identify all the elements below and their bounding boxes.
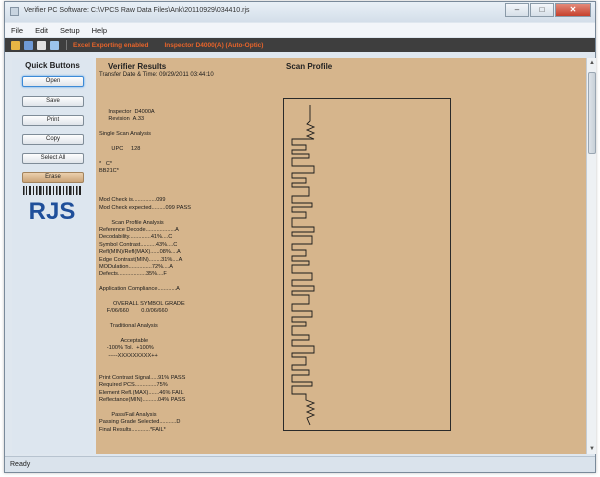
scan-profile-trace: [291, 105, 316, 426]
report-line: Final Results............*FAIL*: [99, 426, 166, 433]
report-line: [99, 183, 269, 190]
report-line: OVERALL SYMBOL GRADE: [99, 300, 185, 307]
report-line: [99, 367, 269, 374]
open-folder-icon[interactable]: [11, 40, 20, 50]
report-line: Inspector D4000A: [99, 108, 155, 115]
print-icon[interactable]: [37, 40, 46, 50]
menu-file[interactable]: File: [11, 26, 23, 35]
report-line: [99, 404, 269, 411]
report-line: Passing Grade Selected...........D: [99, 419, 181, 426]
close-button[interactable]: ✕: [555, 3, 591, 17]
copy-button[interactable]: Copy: [22, 134, 84, 145]
report-line: [99, 316, 269, 323]
report-line: Single Scan Analysis: [99, 130, 151, 137]
report-line: UPC 128: [99, 145, 141, 152]
save-disk-icon[interactable]: [24, 40, 33, 50]
report-line: BB21C*: [99, 167, 119, 174]
scan-profile-heading: Scan Profile: [286, 62, 333, 71]
window-title: Verifier PC Software: C:\VPCS Raw Data F…: [24, 7, 250, 14]
report-line: Reference Decode...................A: [99, 227, 179, 234]
report-line: Required PCS..............75%: [99, 382, 168, 389]
scroll-down-icon[interactable]: ▼: [588, 445, 596, 453]
barcode-graphic: [23, 186, 81, 195]
quick-buttons-panel: Quick Buttons Open Save Print Copy Selec…: [12, 58, 93, 454]
report-line: [99, 360, 269, 367]
verifier-results-heading: Verifier Results: [108, 62, 167, 71]
report-line: [99, 94, 269, 101]
excel-export-status: Excel Exporting enabled: [73, 41, 149, 49]
erase-button[interactable]: Erase: [22, 172, 84, 183]
report-line: [99, 279, 269, 286]
report-line: MODulation...............72%....A: [99, 263, 173, 270]
rjs-logo: RJS: [23, 186, 81, 222]
report-line: Symbol Contrast..........43%....C: [99, 241, 178, 248]
results-pane: Verifier Results Scan Profile Transfer D…: [96, 58, 586, 454]
report-line: -----XXXXXXXXX++: [99, 352, 158, 359]
menu-help[interactable]: Help: [92, 26, 107, 35]
report-line: Acceptable: [99, 337, 149, 344]
report-line: Traditional Analysis: [99, 323, 158, 330]
report-line: Element Refl.(MAX).......46% FAIL: [99, 389, 184, 396]
report-line: F/06/660 0.0/06/660: [99, 308, 168, 315]
report-line: [99, 212, 269, 219]
report-line: [99, 175, 269, 182]
app-icon: [10, 7, 19, 16]
transfer-date-time: Transfer Date & Time: 09/29/2011 03:44:1…: [99, 72, 214, 78]
report-line: * C*: [99, 160, 113, 167]
print-button[interactable]: Print: [22, 115, 84, 126]
toolbar: Excel Exporting enabled Inspector D4000(…: [5, 38, 595, 52]
open-button[interactable]: Open: [22, 76, 84, 87]
report-line: Application Compliance............A: [99, 286, 180, 293]
title-bar: Verifier PC Software: C:\VPCS Raw Data F…: [5, 2, 595, 22]
report-line: Defects..................35%....F: [99, 271, 167, 278]
report-line: Decodability..............41%....C: [99, 234, 173, 241]
logo-text: RJS: [29, 198, 76, 222]
scan-profile-graph: [283, 98, 451, 431]
app-window: Verifier PC Software: C:\VPCS Raw Data F…: [4, 1, 596, 473]
menu-bar: File Edit Setup Help: [5, 23, 595, 37]
report-line: [99, 124, 269, 131]
report-line: [99, 294, 269, 301]
menu-setup[interactable]: Setup: [60, 26, 80, 35]
report-line: [99, 331, 269, 338]
save-button[interactable]: Save: [22, 96, 84, 107]
status-text: Ready: [10, 461, 31, 468]
inspector-status: Inspector D4000(A) (Auto-Optic): [164, 41, 264, 49]
menu-edit[interactable]: Edit: [35, 26, 48, 35]
report-line: Edge Contrast(MIN)........31%....A: [99, 256, 183, 263]
minimize-button[interactable]: –: [505, 3, 529, 17]
verifier-report-text: Inspector D4000A Revision A.33 Single Sca…: [99, 94, 269, 434]
report-line: Reflectance(MIN)..........04% PASS: [99, 397, 186, 404]
report-line: -100% Tol. +100%: [99, 345, 154, 352]
report-line: Revision A.33: [99, 116, 145, 123]
window-controls: – □ ✕: [504, 3, 591, 17]
report-line: Scan Profile Analysis: [99, 219, 164, 226]
report-line: Mod Check expected.........099 PASS: [99, 204, 191, 211]
scroll-thumb[interactable]: [588, 72, 596, 154]
status-bar: Ready: [5, 456, 595, 472]
scan-profile-plot: [291, 105, 316, 426]
maximize-button[interactable]: □: [530, 3, 554, 17]
results-scrollbar[interactable]: ▲ ▼: [586, 58, 596, 454]
report-line: [99, 153, 269, 160]
copy-icon[interactable]: [50, 40, 59, 50]
report-line: Pass/Fail Analysis: [99, 411, 157, 418]
report-line: Mod Check is...............099: [99, 197, 166, 204]
select-all-button[interactable]: Select All: [22, 153, 84, 164]
toolbar-separator: [66, 40, 67, 50]
report-line: Refl(MIN)/Refl(MAX)......08%....A: [99, 249, 181, 256]
report-line: [99, 138, 269, 145]
scroll-up-icon[interactable]: ▲: [588, 59, 596, 67]
report-line: [99, 190, 269, 197]
quick-buttons-title: Quick Buttons: [25, 61, 80, 70]
report-line: Print Contrast Signal.....91% PASS: [99, 374, 186, 381]
report-line: [99, 101, 269, 108]
